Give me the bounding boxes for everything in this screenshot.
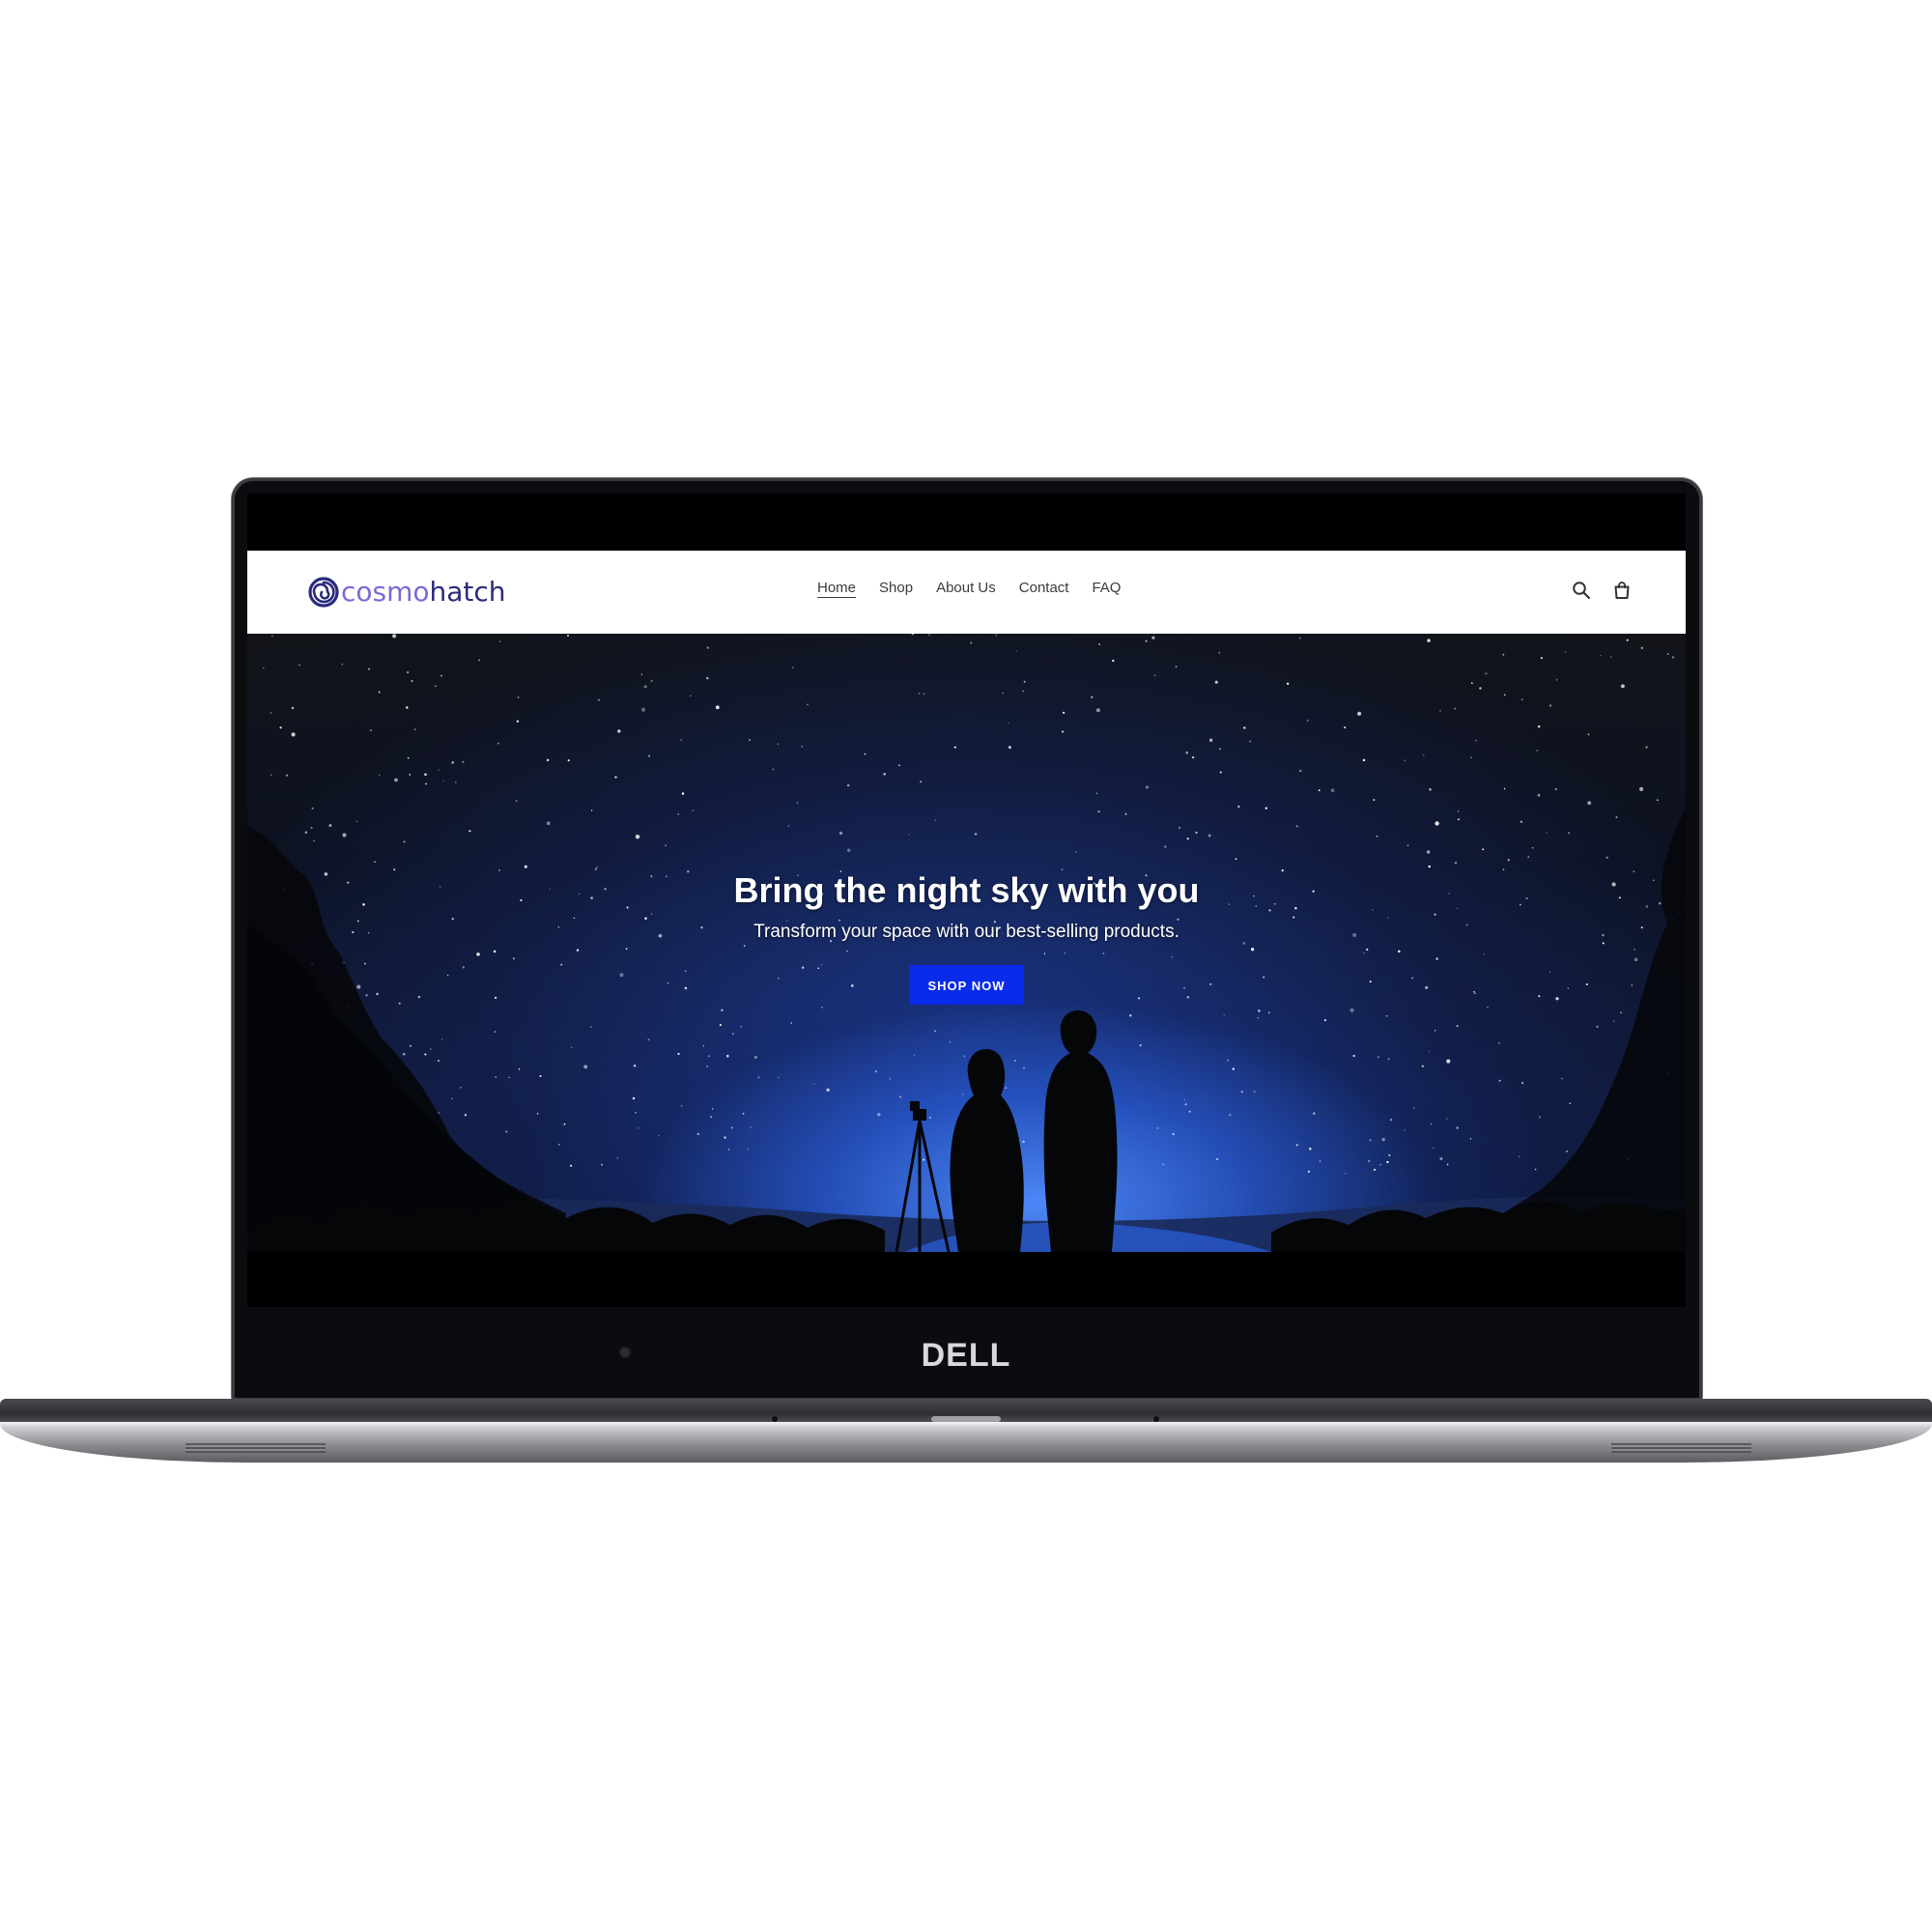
logo-text-hatch: hatch	[429, 576, 506, 608]
nav-link-home[interactable]: Home	[817, 580, 856, 596]
site-logo[interactable]: cosmohatch	[308, 576, 506, 608]
webcam-icon	[619, 1347, 631, 1358]
dell-logo: DELL	[922, 1337, 1011, 1374]
search-icon[interactable]	[1572, 581, 1591, 600]
hero-banner: Bring the night sky with you Transform y…	[247, 634, 1686, 1252]
dell-logo-text: DELL	[922, 1337, 1011, 1374]
shopping-bag-icon[interactable]	[1612, 581, 1632, 600]
shop-now-button[interactable]: SHOP NOW	[909, 965, 1024, 1005]
nav-link-about-us[interactable]: About Us	[936, 580, 996, 596]
laptop-screen: cosmohatch Home Shop About Us Contact FA…	[247, 494, 1686, 1307]
hero-content: Bring the night sky with you Transform y…	[247, 870, 1686, 1005]
main-nav: Home Shop About Us Contact FAQ	[817, 580, 1121, 596]
site-logo-text: cosmohatch	[341, 576, 506, 608]
laptop-base	[0, 1422, 1932, 1463]
nav-link-contact[interactable]: Contact	[1019, 580, 1069, 596]
speaker-grille-left	[185, 1443, 326, 1453]
nav-link-faq[interactable]: FAQ	[1092, 580, 1121, 596]
logo-text-cosmo: cosmo	[341, 576, 430, 608]
site-header: cosmohatch Home Shop About Us Contact FA…	[247, 551, 1686, 634]
laptop-opening-notch	[931, 1416, 1001, 1422]
nav-link-shop[interactable]: Shop	[879, 580, 913, 596]
header-icons	[1572, 581, 1632, 600]
hinge-screw	[1153, 1416, 1159, 1422]
hero-title: Bring the night sky with you	[733, 870, 1200, 910]
hero-subtitle: Transform your space with our best-selli…	[753, 922, 1179, 942]
hinge-screw	[772, 1416, 778, 1422]
spiral-icon	[308, 576, 339, 608]
speaker-grille-right	[1611, 1443, 1751, 1453]
